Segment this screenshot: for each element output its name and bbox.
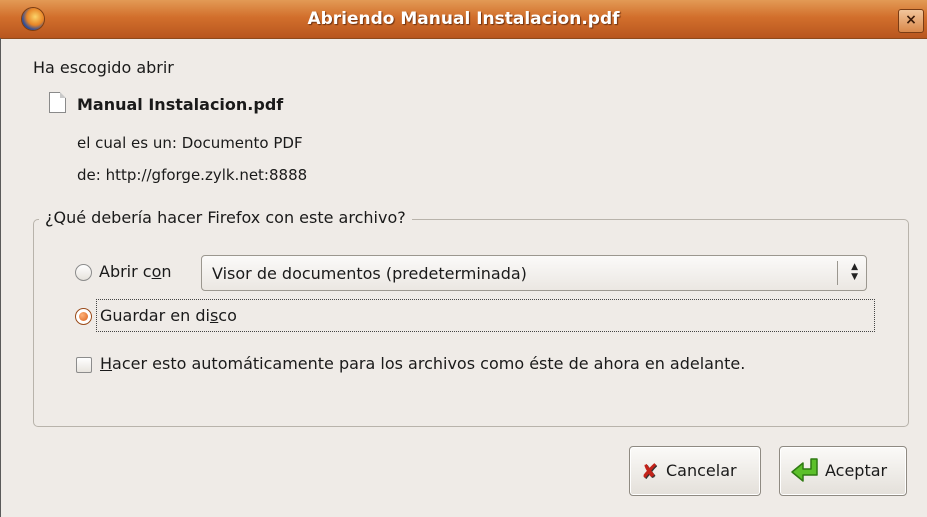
cancel-x-icon: ✘	[641, 459, 658, 483]
file-source-line: de: http://gforge.zylk.net:8888	[77, 166, 307, 184]
file-source-url: http://gforge.zylk.net:8888	[105, 166, 308, 184]
cancel-button[interactable]: ✘ Cancelar	[629, 446, 761, 496]
intro-text: Ha escogido abrir	[33, 58, 174, 77]
auto-action-checkbox[interactable]	[76, 357, 92, 373]
file-source-prefix: de:	[77, 166, 101, 184]
file-type-value: Documento PDF	[181, 134, 303, 152]
application-select-value: Visor de documentos (predeterminada)	[212, 264, 527, 283]
action-question: ¿Qué debería hacer Firefox con este arch…	[39, 208, 412, 227]
file-name: Manual Instalacion.pdf	[77, 95, 284, 114]
up-down-arrows-icon: ▲ ▼	[851, 262, 858, 282]
auto-action-label[interactable]: Hacer esto automáticamente para los arch…	[100, 354, 745, 373]
save-to-disk-label[interactable]: Guardar en disco	[100, 306, 237, 325]
application-select[interactable]: Visor de documentos (predeterminada) ▲ ▼	[201, 255, 867, 291]
ok-button-label: Aceptar	[825, 461, 888, 480]
dialog-window: Abriendo Manual Instalacion.pdf × Ha esc…	[0, 0, 927, 517]
save-to-disk-radio[interactable]	[75, 308, 92, 325]
file-type-prefix: el cual es un:	[77, 134, 177, 152]
file-type-line: el cual es un: Documento PDF	[77, 134, 303, 152]
select-divider	[837, 261, 838, 285]
ok-button[interactable]: Aceptar	[779, 446, 907, 496]
document-icon	[49, 92, 66, 113]
open-with-label[interactable]: Abrir con	[99, 262, 172, 281]
window-border	[0, 38, 1, 517]
enter-arrow-icon	[791, 458, 818, 482]
open-with-radio[interactable]	[75, 264, 92, 281]
window-title: Abriendo Manual Instalacion.pdf	[307, 9, 620, 29]
title-bar[interactable]: Abriendo Manual Instalacion.pdf ×	[0, 0, 927, 39]
close-button[interactable]: ×	[898, 9, 924, 33]
cancel-button-label: Cancelar	[666, 461, 737, 480]
